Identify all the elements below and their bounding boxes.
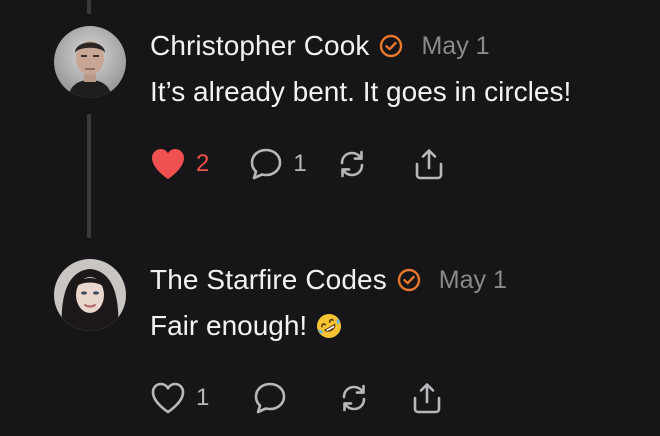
comment-header: The Starfire Codes May 1 bbox=[150, 262, 660, 298]
comment-date[interactable]: May 1 bbox=[421, 32, 489, 61]
like-button[interactable]: 2 bbox=[150, 147, 209, 181]
author-name[interactable]: Christopher Cook bbox=[150, 30, 369, 62]
share-button[interactable] bbox=[411, 381, 443, 415]
restack-icon bbox=[335, 147, 369, 181]
rolling-on-floor-laughing-icon bbox=[315, 312, 343, 340]
comment: The Starfire Codes May 1 Fair enough! bbox=[150, 262, 660, 342]
comment: Christopher Cook May 1 It’s already bent… bbox=[150, 28, 660, 108]
comment-header: Christopher Cook May 1 bbox=[150, 28, 660, 64]
heart-filled-icon bbox=[150, 147, 186, 181]
comment-actions: 2 1 bbox=[150, 144, 445, 184]
verified-badge-icon bbox=[379, 34, 403, 58]
comment-text: It’s already bent. It goes in circles! bbox=[150, 76, 660, 108]
restack-icon bbox=[337, 381, 371, 415]
like-count: 1 bbox=[196, 384, 210, 411]
comment-text-content: It’s already bent. It goes in circles! bbox=[150, 76, 572, 107]
share-icon bbox=[411, 381, 443, 415]
verified-badge-icon bbox=[397, 268, 421, 292]
thread-line-top bbox=[87, 0, 91, 14]
avatar[interactable] bbox=[54, 26, 126, 98]
restack-button[interactable] bbox=[335, 147, 369, 181]
like-button[interactable]: 1 bbox=[150, 381, 209, 415]
comment-count: 1 bbox=[293, 150, 307, 177]
like-count: 2 bbox=[196, 150, 210, 177]
restack-button[interactable] bbox=[337, 381, 371, 415]
comment-text: Fair enough! bbox=[150, 310, 660, 342]
share-icon bbox=[413, 147, 445, 181]
reply-button[interactable] bbox=[253, 381, 297, 415]
share-button[interactable] bbox=[413, 147, 445, 181]
reply-button[interactable]: 1 bbox=[249, 147, 307, 181]
comment-bubble-icon bbox=[253, 381, 287, 415]
comment-bubble-icon bbox=[249, 147, 283, 181]
avatar[interactable] bbox=[54, 259, 126, 331]
comment-actions: 1 bbox=[150, 378, 443, 418]
author-name[interactable]: The Starfire Codes bbox=[150, 264, 387, 296]
comment-date[interactable]: May 1 bbox=[439, 266, 507, 295]
thread-line bbox=[87, 114, 91, 238]
heart-outline-icon bbox=[150, 381, 186, 415]
comment-text-content: Fair enough! bbox=[150, 310, 308, 341]
